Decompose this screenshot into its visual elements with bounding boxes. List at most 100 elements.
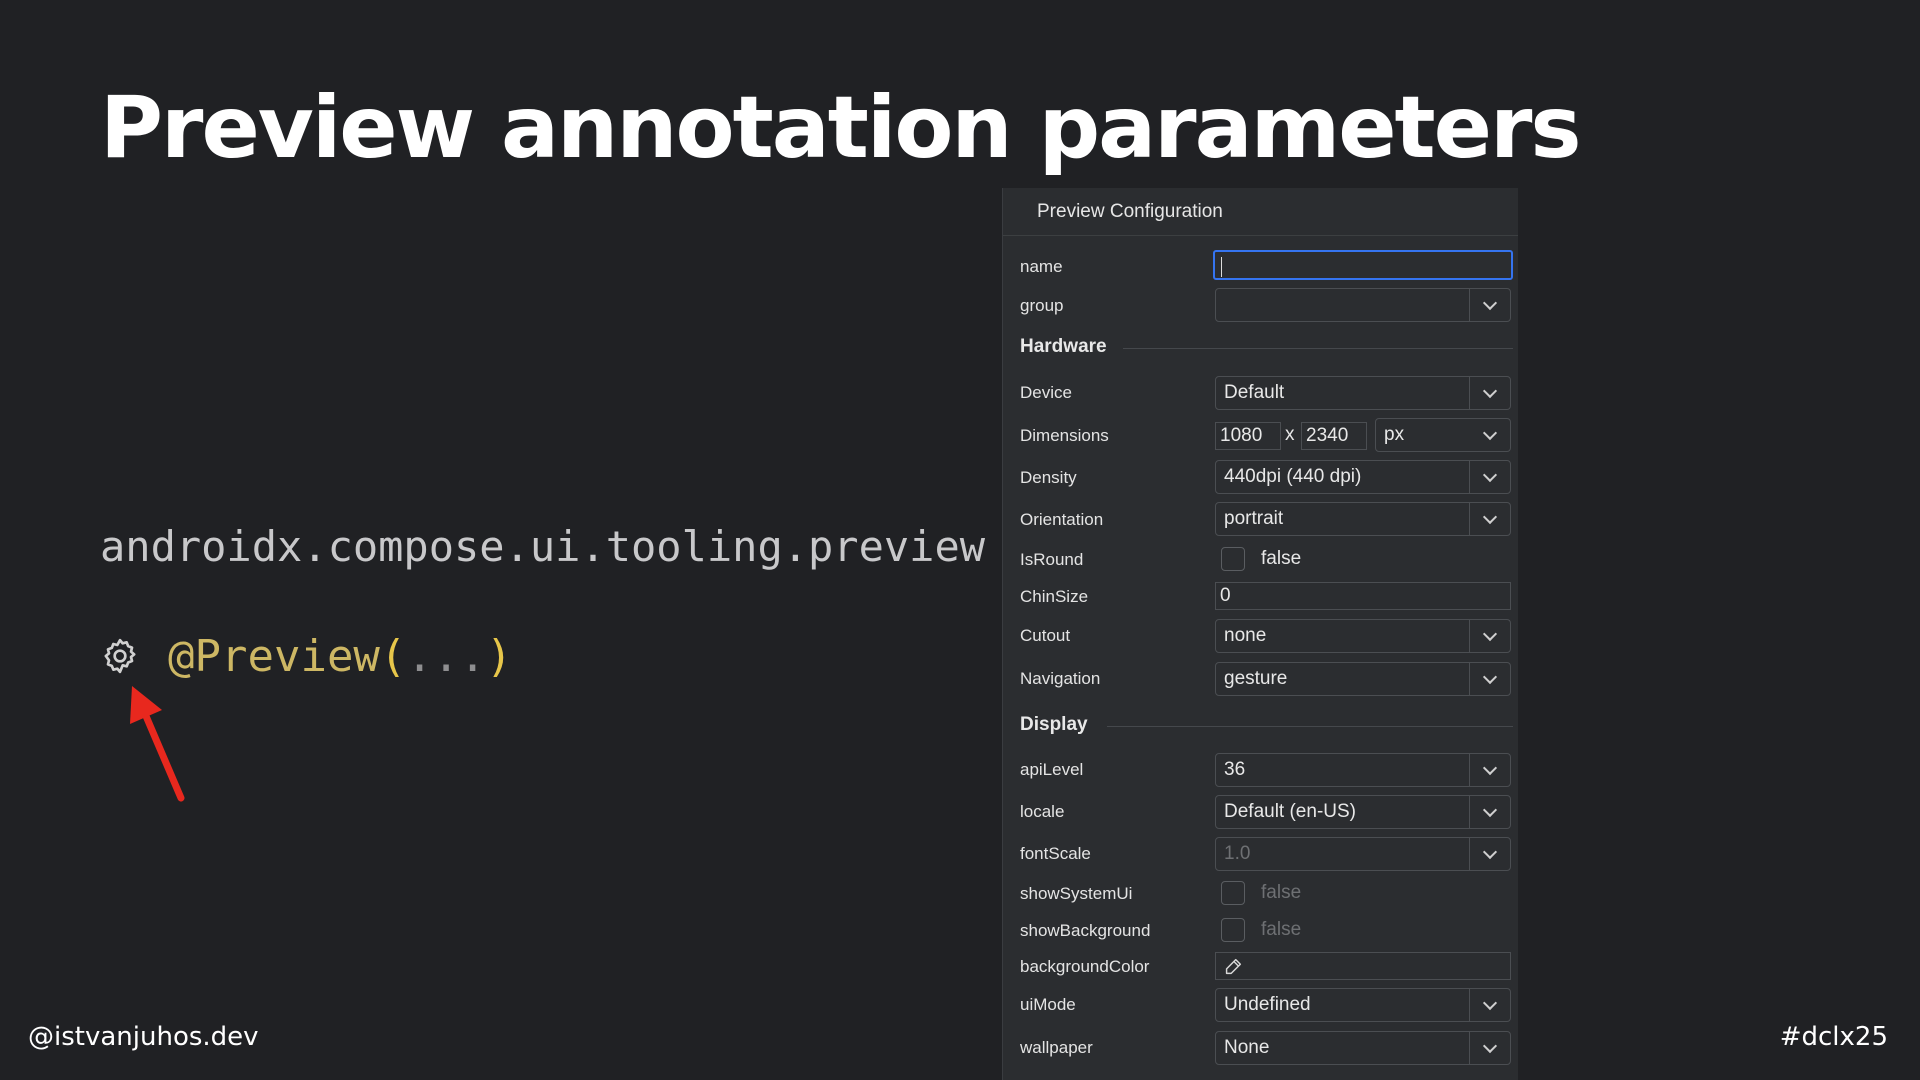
navigation-label: Navigation: [1020, 669, 1101, 688]
navigation-dropdown[interactable]: gesture: [1215, 662, 1511, 696]
chevron-down-icon[interactable]: [1469, 289, 1510, 321]
preview-annotation: @Preview(...): [168, 631, 512, 682]
section-divider: [1107, 726, 1513, 727]
red-arrow-icon: [130, 686, 185, 802]
device-row: Device Default: [1003, 372, 1518, 414]
isround-value: false: [1261, 548, 1302, 569]
cutout-row: Cutout none: [1003, 614, 1518, 656]
annotation-name: @Preview: [168, 630, 380, 682]
chinsize-row: ChinSize 0: [1003, 578, 1518, 614]
apilevel-label: apiLevel: [1020, 760, 1084, 779]
isround-label: IsRound: [1020, 550, 1084, 569]
chinsize-label: ChinSize: [1020, 587, 1089, 606]
uimode-row: uiMode Undefined: [1003, 984, 1518, 1026]
showsystemui-value: false: [1261, 882, 1302, 903]
name-input[interactable]: [1213, 250, 1513, 280]
section-divider: [1123, 348, 1513, 349]
showbackground-row: showBackground false: [1003, 912, 1518, 948]
wallpaper-value: None: [1224, 1037, 1270, 1058]
wallpaper-dropdown[interactable]: None: [1215, 1031, 1511, 1065]
locale-label: locale: [1020, 802, 1065, 821]
density-value: 440dpi (440 dpi): [1224, 466, 1362, 487]
chevron-down-icon[interactable]: [1469, 1032, 1510, 1064]
showbackground-value: false: [1261, 919, 1302, 940]
uimode-value: Undefined: [1224, 994, 1311, 1015]
navigation-value: gesture: [1224, 668, 1288, 689]
group-label: group: [1020, 296, 1064, 315]
chinsize-value: 0: [1220, 585, 1231, 606]
chevron-down-icon[interactable]: [1469, 419, 1510, 451]
text-caret: [1221, 257, 1222, 277]
chevron-down-icon[interactable]: [1469, 620, 1510, 652]
device-label: Device: [1020, 383, 1072, 402]
showsystemui-row: showSystemUi false: [1003, 874, 1518, 912]
apilevel-dropdown[interactable]: 36: [1215, 753, 1511, 787]
name-row: name: [1003, 248, 1518, 286]
uimode-dropdown[interactable]: Undefined: [1215, 988, 1511, 1022]
author-handle: @istvanjuhos.dev: [28, 1022, 259, 1052]
chevron-down-icon[interactable]: [1469, 754, 1510, 786]
preview-annotation-row: @Preview(...): [100, 626, 512, 686]
isround-checkbox[interactable]: [1221, 547, 1245, 571]
chevron-down-icon[interactable]: [1469, 461, 1510, 493]
width-input[interactable]: 1080: [1215, 422, 1281, 450]
showbackground-label: showBackground: [1020, 921, 1151, 940]
dimensions-label: Dimensions: [1020, 426, 1109, 445]
cutout-dropdown[interactable]: none: [1215, 619, 1511, 653]
locale-value: Default (en-US): [1224, 801, 1356, 822]
annotation-open-paren: (: [379, 630, 407, 682]
locale-dropdown[interactable]: Default (en-US): [1215, 795, 1511, 829]
unit-value: px: [1384, 424, 1405, 445]
dimensions-row: Dimensions 1080 x 2340 px: [1003, 414, 1518, 456]
chevron-down-icon[interactable]: [1469, 503, 1510, 535]
preview-configuration-panel: Preview Configuration name group Hardwar…: [1002, 188, 1518, 1080]
gear-icon[interactable]: [100, 636, 140, 676]
fontscale-row: fontScale 1.0: [1003, 832, 1518, 874]
navigation-row: Navigation gesture: [1003, 656, 1518, 700]
density-dropdown[interactable]: 440dpi (440 dpi): [1215, 460, 1511, 494]
annotation-close-paren: ): [485, 630, 513, 682]
wallpaper-row: wallpaper None: [1003, 1026, 1518, 1068]
panel-header: Preview Configuration: [1003, 188, 1518, 236]
width-value: 1080: [1220, 425, 1263, 446]
group-dropdown[interactable]: [1215, 288, 1511, 322]
chevron-down-icon[interactable]: [1469, 377, 1510, 409]
backgroundcolor-input[interactable]: [1215, 952, 1511, 980]
fontscale-value: 1.0: [1224, 843, 1251, 864]
chevron-down-icon[interactable]: [1469, 796, 1510, 828]
hardware-section-title: Hardware: [1020, 336, 1107, 357]
package-name: androidx.compose.ui.tooling.preview: [100, 522, 986, 571]
wallpaper-label: wallpaper: [1020, 1038, 1093, 1057]
chevron-down-icon[interactable]: [1469, 838, 1510, 870]
event-hashtag: #dclx25: [1779, 1022, 1888, 1052]
orientation-dropdown[interactable]: portrait: [1215, 502, 1511, 536]
slide-title: Preview annotation parameters: [100, 78, 1582, 178]
chevron-down-icon[interactable]: [1469, 663, 1510, 695]
device-dropdown[interactable]: Default: [1215, 376, 1511, 410]
apilevel-row: apiLevel 36: [1003, 748, 1518, 790]
showbackground-checkbox[interactable]: [1221, 918, 1245, 942]
chinsize-input[interactable]: 0: [1215, 582, 1511, 610]
backgroundcolor-label: backgroundColor: [1020, 957, 1150, 976]
fontscale-dropdown[interactable]: 1.0: [1215, 837, 1511, 871]
fontscale-label: fontScale: [1020, 844, 1091, 863]
density-row: Density 440dpi (440 dpi): [1003, 456, 1518, 498]
locale-row: locale Default (en-US): [1003, 790, 1518, 832]
cutout-value: none: [1224, 625, 1267, 646]
orientation-value: portrait: [1224, 508, 1284, 529]
height-value: 2340: [1306, 425, 1349, 446]
cutout-label: Cutout: [1020, 626, 1071, 645]
unit-dropdown[interactable]: px: [1375, 418, 1511, 452]
orientation-row: Orientation portrait: [1003, 498, 1518, 540]
chevron-down-icon[interactable]: [1469, 989, 1510, 1021]
color-picker-icon[interactable]: [1222, 956, 1244, 978]
group-row: group: [1003, 286, 1518, 326]
device-value: Default: [1224, 382, 1285, 403]
display-section-title: Display: [1020, 714, 1088, 735]
isround-row: IsRound false: [1003, 540, 1518, 578]
name-label: name: [1020, 257, 1063, 276]
showsystemui-checkbox[interactable]: [1221, 881, 1245, 905]
height-input[interactable]: 2340: [1301, 422, 1367, 450]
orientation-label: Orientation: [1020, 510, 1104, 529]
backgroundcolor-row: backgroundColor: [1003, 948, 1518, 984]
